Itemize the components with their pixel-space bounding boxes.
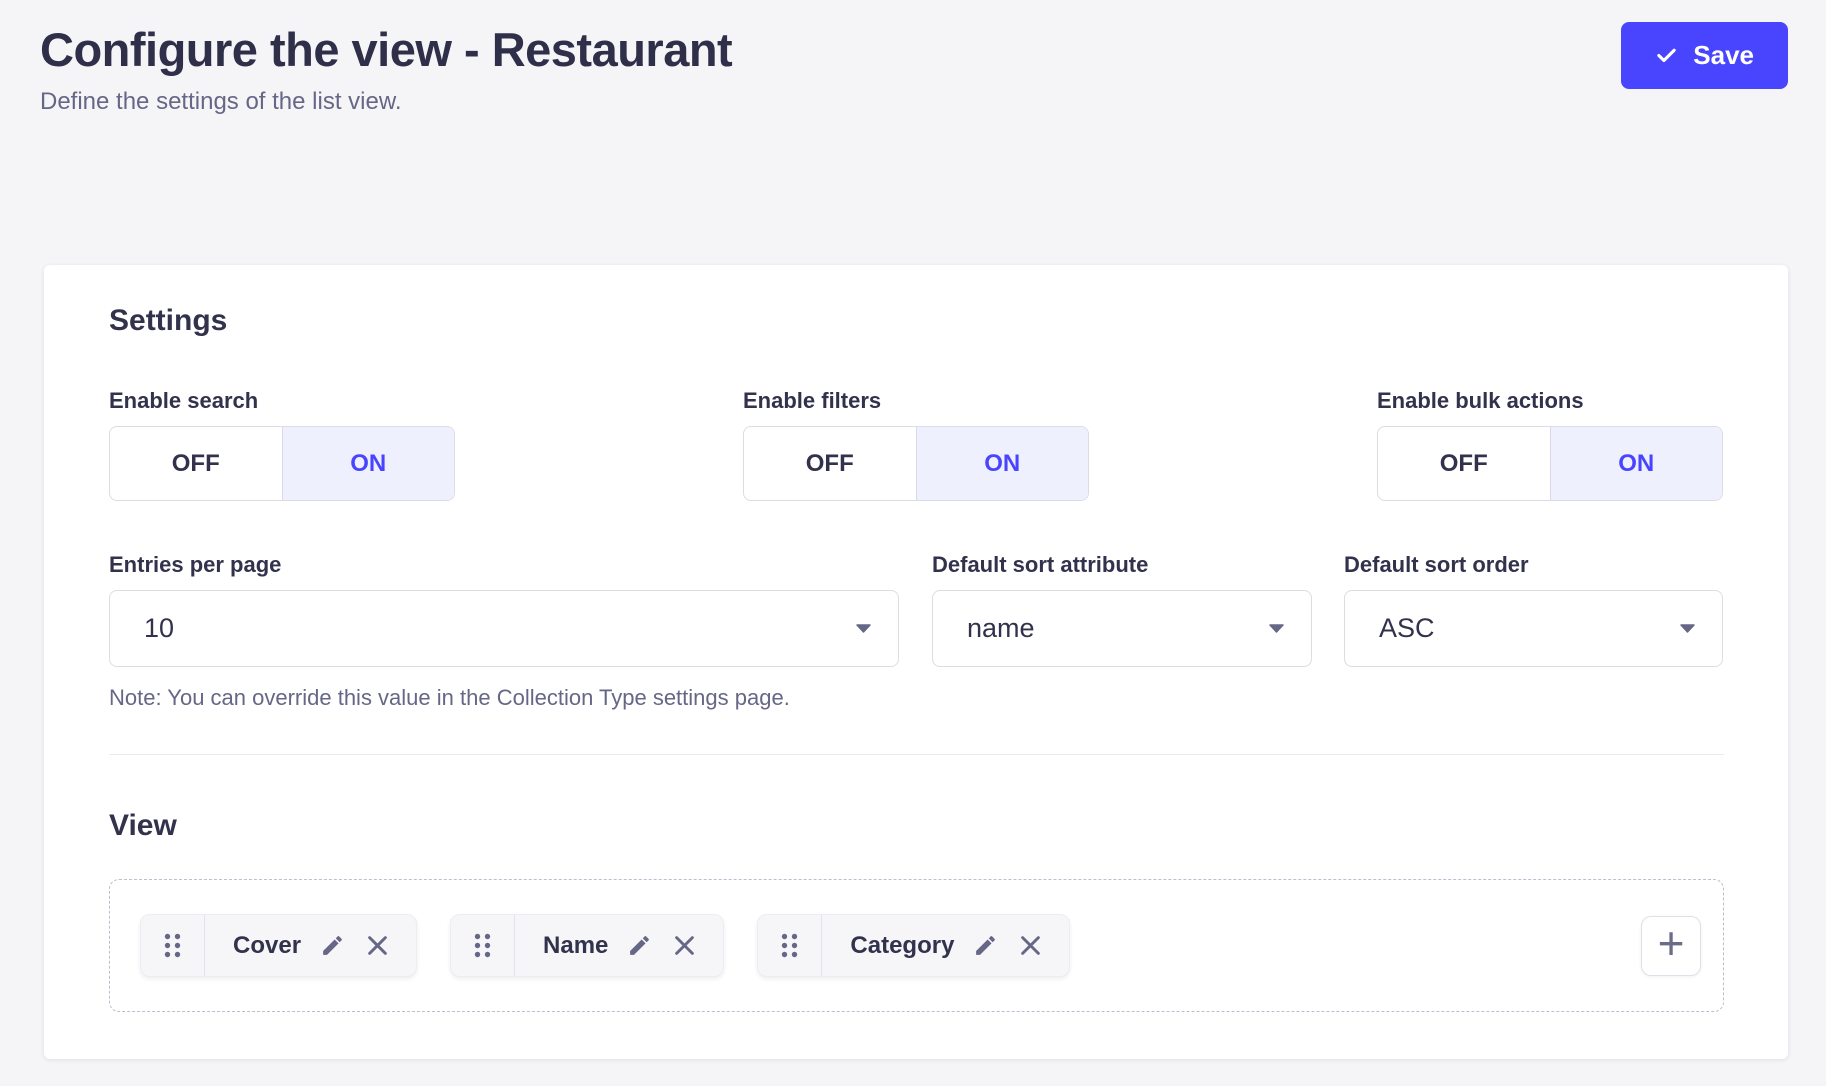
toggle-row: Enable search OFF ON Enable filters OFF …: [109, 388, 1724, 501]
default-sort-order-value: ASC: [1379, 613, 1435, 644]
chevron-down-icon: [1679, 623, 1696, 634]
settings-heading: Settings: [109, 303, 1724, 338]
enable-bulk-actions-label: Enable bulk actions: [1377, 388, 1723, 414]
field-chip-name[interactable]: Name: [450, 914, 724, 977]
enable-filters-off-button[interactable]: OFF: [744, 427, 916, 500]
chip-label: Category: [850, 932, 954, 960]
pencil-icon: [320, 933, 345, 958]
enable-bulk-actions-toggle: OFF ON: [1377, 426, 1723, 501]
drag-handle[interactable]: [451, 915, 515, 976]
enable-bulk-actions-off-button[interactable]: OFF: [1378, 427, 1550, 500]
entries-per-page-field: Entries per page 10 Note: You can overri…: [109, 552, 899, 712]
save-button[interactable]: Save: [1621, 22, 1788, 89]
edit-field-button[interactable]: [973, 933, 998, 958]
view-heading: View: [109, 808, 1724, 843]
page-subtitle: Define the settings of the list view.: [40, 86, 732, 117]
drag-dots-icon: [473, 932, 492, 959]
remove-field-button[interactable]: [1017, 932, 1044, 959]
default-sort-order-select[interactable]: ASC: [1344, 590, 1723, 667]
chevron-down-icon: [1268, 623, 1285, 634]
plus-icon: +: [1658, 920, 1685, 966]
enable-filters-group: Enable filters OFF ON: [743, 388, 1089, 501]
edit-field-button[interactable]: [627, 933, 652, 958]
entries-per-page-select[interactable]: 10: [109, 590, 899, 667]
enable-search-label: Enable search: [109, 388, 455, 414]
page-header: Configure the view - Restaurant Define t…: [0, 0, 1826, 117]
enable-filters-toggle: OFF ON: [743, 426, 1089, 501]
drag-handle[interactable]: [758, 915, 822, 976]
field-chip-category[interactable]: Category: [757, 914, 1070, 977]
default-sort-attribute-field: Default sort attribute name: [932, 552, 1312, 667]
remove-field-button[interactable]: [671, 932, 698, 959]
page-header-text: Configure the view - Restaurant Define t…: [40, 22, 732, 117]
default-sort-order-label: Default sort order: [1344, 552, 1723, 578]
edit-field-button[interactable]: [320, 933, 345, 958]
remove-field-button[interactable]: [364, 932, 391, 959]
page-title: Configure the view - Restaurant: [40, 22, 732, 78]
close-icon: [671, 932, 698, 959]
drag-handle[interactable]: [141, 915, 205, 976]
chevron-down-icon: [855, 623, 872, 634]
pencil-icon: [973, 933, 998, 958]
enable-search-group: Enable search OFF ON: [109, 388, 455, 501]
section-divider: [109, 754, 1724, 755]
drag-dots-icon: [163, 932, 182, 959]
pencil-icon: [627, 933, 652, 958]
close-icon: [1017, 932, 1044, 959]
enable-filters-on-button[interactable]: ON: [916, 427, 1089, 500]
entries-per-page-note: Note: You can override this value in the…: [109, 684, 899, 712]
chip-body: Category: [822, 915, 1069, 976]
chip-body: Name: [515, 915, 723, 976]
enable-bulk-actions-on-button[interactable]: ON: [1550, 427, 1723, 500]
enable-search-toggle: OFF ON: [109, 426, 455, 501]
enable-bulk-actions-group: Enable bulk actions OFF ON: [1377, 388, 1723, 501]
default-sort-attribute-value: name: [967, 613, 1035, 644]
drag-dots-icon: [780, 932, 799, 959]
check-icon: [1655, 44, 1678, 67]
entries-per-page-value: 10: [144, 613, 174, 644]
default-sort-attribute-label: Default sort attribute: [932, 552, 1312, 578]
view-fields-dropzone: Cover: [109, 879, 1724, 1012]
field-chip-cover[interactable]: Cover: [140, 914, 417, 977]
settings-card: Settings Enable search OFF ON Enable fil…: [44, 265, 1788, 1059]
default-sort-attribute-select[interactable]: name: [932, 590, 1312, 667]
chip-body: Cover: [205, 915, 416, 976]
enable-filters-label: Enable filters: [743, 388, 1089, 414]
chip-label: Name: [543, 932, 608, 960]
chip-label: Cover: [233, 932, 301, 960]
enable-search-on-button[interactable]: ON: [282, 427, 455, 500]
save-button-label: Save: [1693, 40, 1754, 71]
entries-per-page-label: Entries per page: [109, 552, 899, 578]
fields-row: Entries per page 10 Note: You can overri…: [109, 552, 1724, 712]
add-field-button[interactable]: +: [1641, 916, 1701, 976]
enable-search-off-button[interactable]: OFF: [110, 427, 282, 500]
close-icon: [364, 932, 391, 959]
default-sort-order-field: Default sort order ASC: [1344, 552, 1723, 667]
